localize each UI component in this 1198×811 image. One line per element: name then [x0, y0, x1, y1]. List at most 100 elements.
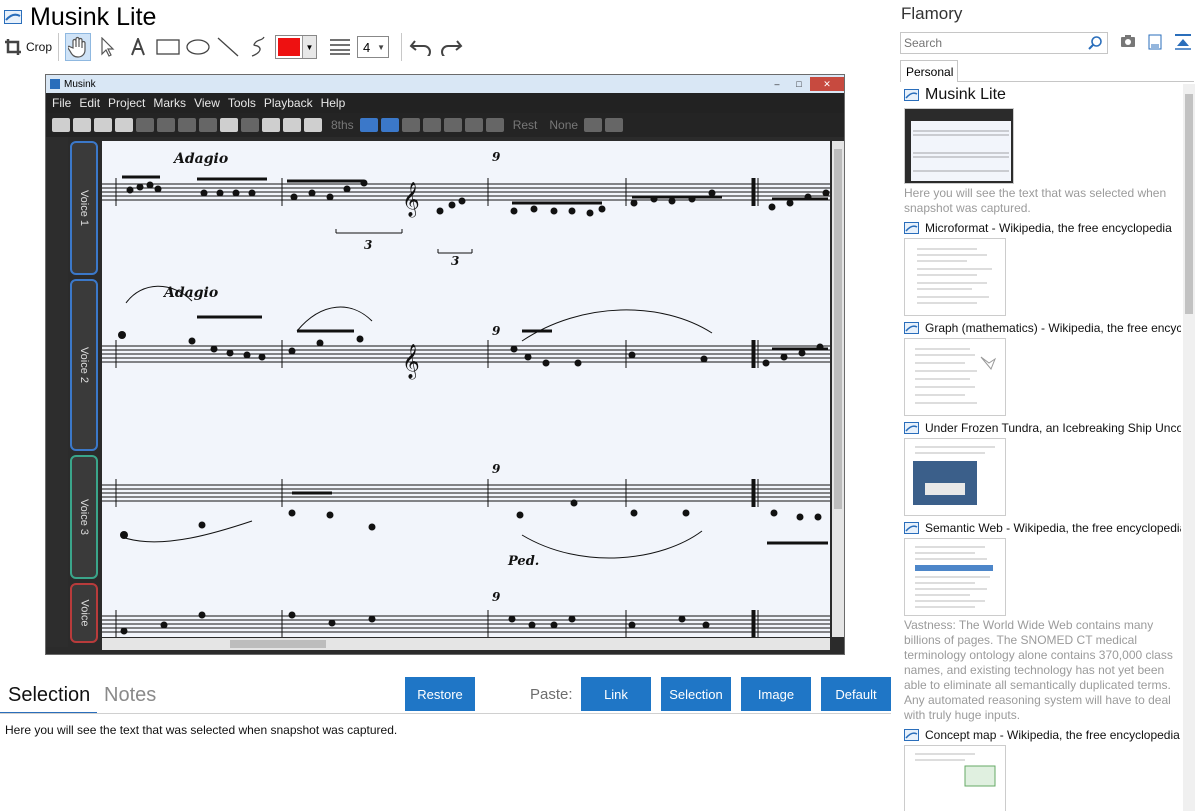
sidebar-scrollbar[interactable] [1183, 84, 1195, 811]
redo-button[interactable] [438, 33, 464, 61]
text-icon [131, 38, 145, 56]
search-field[interactable] [900, 32, 1108, 54]
list-item[interactable]: Under Frozen Tundra, an Icebreaking Ship… [904, 420, 1181, 516]
color-swatch [278, 38, 301, 56]
paste-label: Paste: [530, 686, 573, 703]
snapshot-icon [904, 322, 919, 334]
chevron-down-icon: ▼ [377, 42, 386, 52]
musink-menu-edit: Edit [79, 96, 101, 110]
line-tool-button[interactable] [215, 33, 241, 61]
snapshot-icon [904, 222, 919, 234]
thumbnail-image [915, 753, 996, 787]
scroll-thumb[interactable] [1185, 94, 1193, 314]
hand-icon [68, 36, 86, 58]
app-logo-icon [4, 10, 22, 24]
voice-tab-3: Voice 3 [70, 455, 98, 579]
paste-selection-button[interactable]: Selection [661, 677, 731, 711]
paste-link-button[interactable]: Link [581, 677, 651, 711]
ellipse-tool-button[interactable] [185, 33, 211, 61]
thumbnail-image [913, 446, 995, 505]
collapse-icon[interactable] [1174, 34, 1192, 50]
list-item-title: Graph (mathematics) - Wikipedia, the fre… [925, 321, 1181, 335]
list-item[interactable]: Graph (mathematics) - Wikipedia, the fre… [904, 320, 1181, 416]
snapshot-image[interactable]: Musink – □ ✕ File Edit Project Marks Vie… [45, 74, 845, 655]
save-icon [94, 118, 112, 132]
tuplet-number: 3 [364, 238, 372, 252]
restore-button[interactable]: Restore [405, 677, 475, 711]
musink-menu-project: Project [108, 96, 146, 110]
scroll-thumb [230, 640, 326, 648]
musink-menu-tools: Tools [227, 96, 256, 110]
musink-voice-panel: Voice 1 Voice 2 Voice 3 Voice [70, 141, 100, 643]
thumbnail-image [911, 121, 1011, 181]
copy-icon [157, 118, 175, 132]
snapshot-list: Musink Lite Here you will see the text t… [904, 84, 1181, 811]
rectangle-tool-button[interactable] [155, 33, 181, 61]
voice-label: Voice 2 [78, 346, 90, 384]
musink-palette [46, 137, 68, 647]
voice-label: Voice 3 [78, 498, 90, 536]
line-style-button[interactable] [327, 33, 353, 61]
maximize-icon: □ [796, 79, 802, 89]
search-icon[interactable] [1087, 35, 1103, 51]
tabs-divider [0, 713, 891, 714]
list-item[interactable]: Semantic Web - Wikipedia, the free encyc… [904, 520, 1181, 723]
measure-number: 9 [492, 462, 501, 476]
search-input[interactable] [901, 33, 1081, 53]
line-width-select[interactable]: 4 ▼ [357, 36, 390, 58]
measure-number: 9 [492, 324, 501, 338]
snapshot-thumbnail [904, 745, 1006, 811]
list-item-title: Musink Lite [925, 86, 1006, 103]
paste-default-button[interactable]: Default [821, 677, 891, 711]
toolbar-divider [58, 33, 60, 61]
list-item[interactable]: Musink Lite Here you will see the text t… [904, 84, 1181, 216]
tempo-mark: Adagio [162, 285, 218, 301]
freehand-tool-button[interactable] [245, 33, 271, 61]
treble-clef-icon: 𝄞 [402, 344, 420, 380]
pedal-mark: Ped. [507, 554, 539, 569]
snapshot-thumbnail [904, 108, 1014, 184]
down-icon [485, 118, 504, 132]
snapshot-icon [904, 522, 919, 534]
list-item-title: Microformat - Wikipedia, the free encycl… [925, 221, 1172, 235]
freehand-icon [251, 36, 265, 57]
pitch-mode-icon [380, 118, 399, 132]
measure-number: 9 [492, 590, 501, 604]
tab-divider [958, 81, 1194, 82]
close-icon: ✕ [810, 77, 844, 91]
tab-notes[interactable]: Notes [100, 684, 160, 707]
camera-icon[interactable] [1120, 34, 1136, 48]
list-item[interactable]: Concept map - Wikipedia, the free encycl… [904, 727, 1181, 811]
tempo-mark: Adagio [172, 151, 228, 167]
musink-menu-help: Help [320, 96, 346, 110]
snapshot-thumbnail [904, 338, 1006, 416]
music-score: Adagio Adagio 9 9 9 9 3 3 Ped. 𝄞 𝄞 [102, 141, 830, 637]
snapshot-thumbnail [904, 538, 1006, 616]
musink-menubar: File Edit Project Marks View Tools Playb… [46, 93, 844, 113]
annotation-toolbar: Crop ▼ 4 ▼ [4, 32, 468, 62]
snapshot-title: Musink Lite [4, 2, 156, 32]
snapshot-icon [904, 422, 919, 434]
export-icon [115, 118, 133, 132]
color-picker[interactable]: ▼ [275, 35, 318, 59]
paste-image-button[interactable]: Image [741, 677, 811, 711]
snapshot-pane: Musink Lite Crop ▼ 4 ▼ Musink – □ ✕ File… [0, 0, 895, 811]
pointer-icon [101, 37, 115, 57]
snapshot-thumbnail [904, 438, 1006, 516]
list-item[interactable]: Microformat - Wikipedia, the free encycl… [904, 220, 1181, 316]
toolbar-divider [401, 33, 403, 61]
crop-button[interactable]: Crop [4, 33, 52, 61]
open-icon [73, 118, 91, 132]
tab-selection[interactable]: Selection [4, 684, 94, 707]
line-width-value: 4 [363, 39, 371, 55]
new-icon [52, 118, 70, 132]
app-window: Musink Lite Crop ▼ 4 ▼ Musink – □ ✕ File… [0, 0, 1198, 811]
rest-selector: Rest [512, 118, 538, 132]
pointer-tool-button[interactable] [95, 33, 121, 61]
tab-personal[interactable]: Personal [900, 60, 958, 82]
undo-icon [409, 40, 432, 56]
document-icon[interactable] [1148, 34, 1162, 50]
hand-tool-button[interactable] [65, 33, 92, 61]
undo-button[interactable] [408, 33, 434, 61]
text-tool-button[interactable] [125, 33, 151, 61]
